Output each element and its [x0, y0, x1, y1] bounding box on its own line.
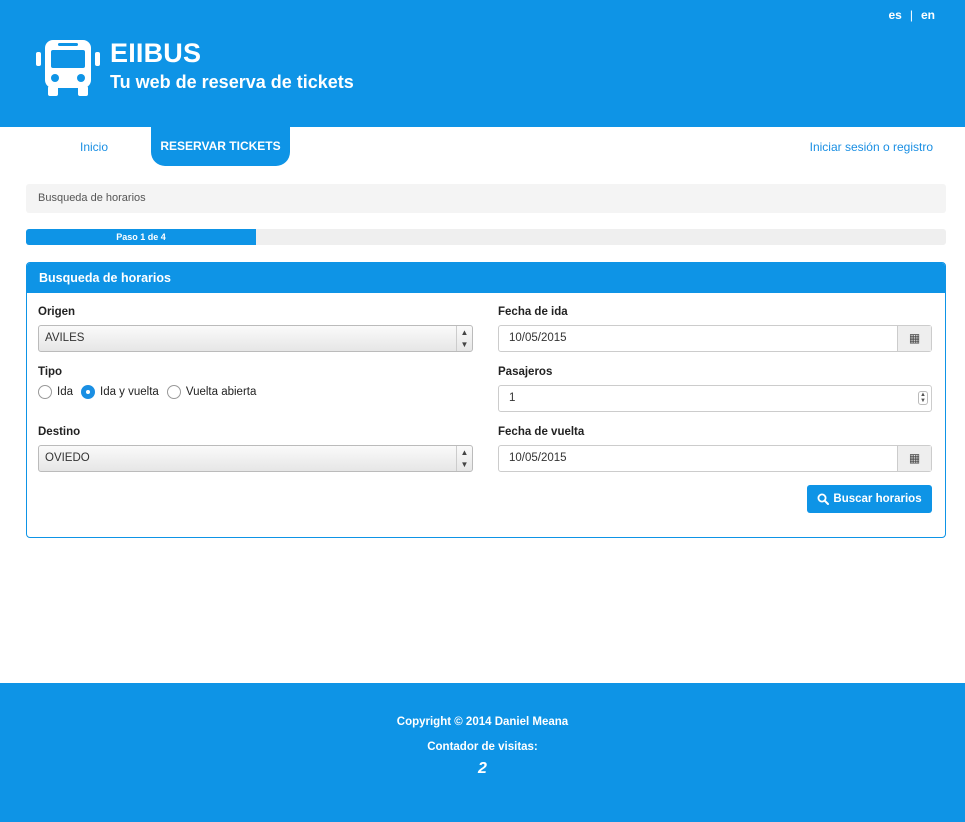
fecha-vuelta-input[interactable]: 10/05/2015 ▦ — [498, 445, 932, 472]
radio-ida-y-vuelta-circle[interactable] — [81, 385, 95, 399]
origen-label: Origen — [38, 306, 76, 318]
nav-item-reservar-tickets[interactable]: RESERVAR TICKETS — [151, 127, 290, 166]
brand-title: EIIBUS — [110, 38, 202, 68]
pasajeros-value: 1 — [509, 392, 516, 404]
step-progress: Paso 1 de 4 — [26, 229, 946, 245]
search-panel: Busqueda de horarios Origen AVILES ▲ ▼ Ti… — [26, 262, 946, 538]
visit-counter-value: 2 — [478, 760, 487, 777]
number-spinner-icon[interactable]: ▲ ▼ — [918, 391, 928, 405]
panel-title: Busqueda de horarios — [27, 263, 945, 293]
select-arrows-icon: ▲ ▼ — [456, 326, 472, 351]
tipo-radio-group: Ida Ida y vuelta Vuelta abierta — [38, 385, 264, 399]
bus-icon — [36, 40, 100, 96]
calendar-icon[interactable]: ▦ — [897, 326, 931, 351]
lang-separator: | — [909, 8, 913, 22]
fecha-ida-input[interactable]: 10/05/2015 ▦ — [498, 325, 932, 352]
radio-vuelta-abierta[interactable]: Vuelta abierta — [166, 385, 257, 399]
destino-select[interactable]: OVIEDO ▲ ▼ — [38, 445, 473, 472]
radio-vuelta-abierta-label: Vuelta abierta — [185, 386, 257, 398]
visit-counter-label: Contador de visitas: — [427, 741, 538, 753]
site-header: es | en EIIBUS Tu web de reserva de tick… — [0, 0, 965, 127]
language-switcher: es | en — [889, 8, 936, 22]
lang-es-link[interactable]: es — [889, 8, 902, 22]
site-footer: Copyright © 2014 Daniel Meana Contador d… — [0, 683, 965, 822]
brand-subtitle: Tu web de reserva de tickets — [110, 72, 354, 92]
pasajeros-input[interactable]: 1 ▲ ▼ — [498, 385, 932, 412]
radio-ida-y-vuelta[interactable]: Ida y vuelta — [81, 385, 159, 399]
radio-ida-circle[interactable] — [38, 385, 52, 399]
nav-item-inicio[interactable]: Inicio — [80, 140, 108, 154]
select-arrows-icon: ▲ ▼ — [456, 446, 472, 471]
destino-value: OVIEDO — [45, 452, 90, 464]
copyright-text: Copyright © 2014 Daniel Meana — [396, 716, 569, 728]
search-icon — [817, 493, 830, 505]
lang-en-link[interactable]: en — [921, 8, 935, 22]
radio-ida-label: Ida — [57, 386, 73, 398]
main-nav: Inicio RESERVAR TICKETS Iniciar sesión o… — [0, 127, 965, 167]
breadcrumb: Busqueda de horarios — [26, 184, 946, 213]
calendar-icon[interactable]: ▦ — [897, 446, 931, 471]
radio-ida-y-vuelta-label: Ida y vuelta — [100, 386, 159, 398]
fecha-ida-value: 10/05/2015 — [509, 332, 567, 344]
tipo-label: Tipo — [38, 366, 63, 378]
step-progress-bar: Paso 1 de 4 — [26, 229, 256, 245]
login-register-link[interactable]: Iniciar sesión o registro — [810, 140, 933, 154]
pasajeros-label: Pasajeros — [498, 366, 553, 378]
radio-ida[interactable]: Ida — [38, 385, 73, 399]
radio-vuelta-abierta-circle[interactable] — [166, 385, 181, 399]
fecha-vuelta-value: 10/05/2015 — [509, 452, 567, 464]
search-button[interactable]: Buscar horarios — [807, 485, 932, 513]
origen-select[interactable]: AVILES ▲ ▼ — [38, 325, 473, 352]
fecha-ida-label: Fecha de ida — [498, 306, 568, 318]
origen-value: AVILES — [45, 332, 85, 344]
fecha-vuelta-label: Fecha de vuelta — [498, 426, 585, 438]
destino-label: Destino — [38, 426, 81, 438]
search-button-label: Buscar horarios — [833, 493, 922, 505]
